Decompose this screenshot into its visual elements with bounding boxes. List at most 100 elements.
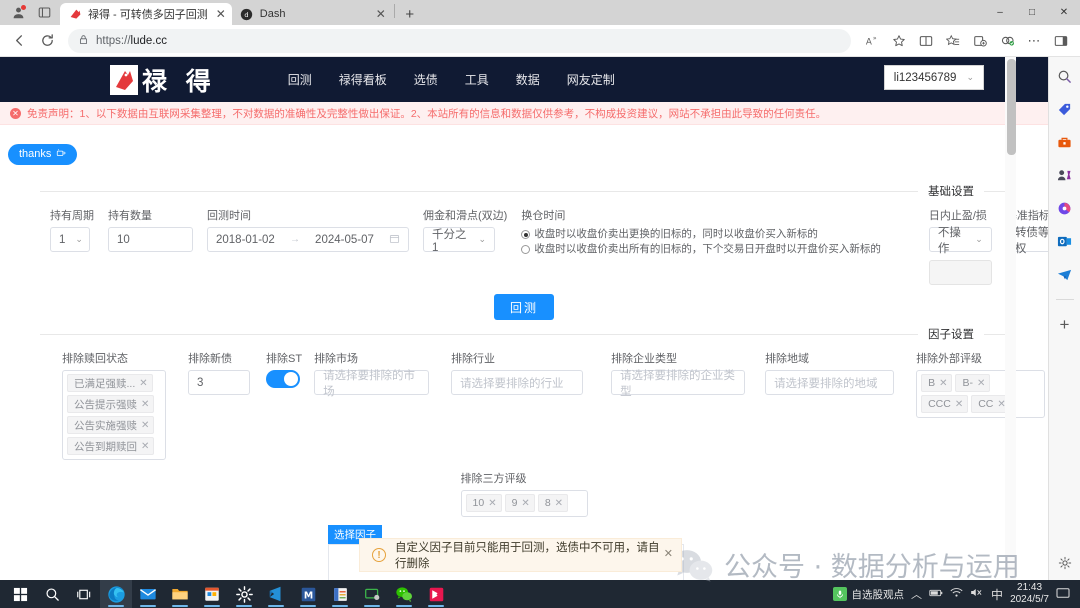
word-icon[interactable]: M bbox=[292, 580, 324, 608]
edge-icon[interactable] bbox=[100, 580, 132, 608]
exclude-company-type-select[interactable]: 请选择要排除的企业类型 bbox=[611, 370, 746, 398]
hold-count-input[interactable]: 10 bbox=[108, 227, 193, 252]
close-icon[interactable]: ✕ bbox=[374, 7, 388, 21]
wifi-icon[interactable] bbox=[950, 587, 963, 601]
remove-tag-icon[interactable]: ✕ bbox=[141, 420, 149, 431]
collections-icon[interactable] bbox=[967, 28, 993, 54]
favorites-bar-icon[interactable] bbox=[940, 28, 966, 54]
remove-tag-icon[interactable]: ✕ bbox=[139, 378, 147, 389]
tag-item[interactable]: 公告提示强赎 ✕ bbox=[67, 395, 155, 413]
telegram-icon[interactable] bbox=[1054, 263, 1076, 285]
tag-item[interactable]: CCC ✕ bbox=[921, 395, 969, 413]
reload-icon[interactable] bbox=[34, 28, 60, 54]
task-view-icon[interactable] bbox=[68, 580, 100, 608]
profile-icon[interactable] bbox=[6, 2, 30, 24]
thanks-button[interactable]: thanks bbox=[8, 143, 78, 165]
exclude-new-bond-input[interactable]: 3 bbox=[188, 370, 250, 395]
nav-item-dashboard[interactable]: 禄得看板 bbox=[339, 71, 387, 88]
rebalance-option-1[interactable]: 收盘时以收盘价卖出所有的旧标的，下个交易日开盘时以开盘价买入新标的 bbox=[521, 242, 881, 257]
read-aloud-icon[interactable]: A» bbox=[859, 28, 885, 54]
browser-essentials-icon[interactable] bbox=[994, 28, 1020, 54]
site-logo[interactable]: 禄 得 bbox=[110, 62, 216, 98]
outlook-icon[interactable] bbox=[1054, 230, 1076, 252]
remove-tag-icon[interactable]: ✕ bbox=[977, 378, 985, 389]
remove-tag-icon[interactable]: ✕ bbox=[521, 498, 529, 509]
exclude-st-toggle[interactable] bbox=[266, 370, 300, 388]
add-sidebar-app-icon[interactable]: + bbox=[1054, 314, 1076, 336]
notification-icon[interactable] bbox=[1056, 587, 1070, 602]
close-icon[interactable]: ✕ bbox=[664, 547, 673, 560]
volume-mute-icon[interactable] bbox=[970, 587, 984, 601]
tag-item[interactable]: 公告到期赎回 ✕ bbox=[67, 437, 155, 455]
chevron-up-icon[interactable]: ︿ bbox=[911, 586, 922, 602]
app-icon[interactable] bbox=[420, 580, 452, 608]
radio-icon[interactable] bbox=[521, 230, 531, 239]
tag-item[interactable]: 10 ✕ bbox=[465, 494, 502, 512]
backtest-submit-button[interactable]: 回测 bbox=[493, 294, 554, 320]
browser-tab-dash[interactable]: d Dash ✕ bbox=[231, 3, 392, 25]
page-scrollbar-thumb[interactable] bbox=[1007, 59, 1016, 155]
favorite-star-icon[interactable] bbox=[886, 28, 912, 54]
file-explorer-icon[interactable] bbox=[164, 580, 196, 608]
remove-tag-icon[interactable]: ✕ bbox=[955, 399, 963, 410]
address-bar[interactable]: https://lude.cc bbox=[68, 28, 851, 53]
calendar-icon[interactable] bbox=[389, 233, 400, 247]
search-icon[interactable] bbox=[1054, 65, 1076, 87]
sidebar-settings[interactable] bbox=[1049, 552, 1080, 574]
nav-item-select-bond[interactable]: 选债 bbox=[414, 71, 438, 88]
search-icon[interactable] bbox=[36, 580, 68, 608]
back-icon[interactable] bbox=[6, 28, 32, 54]
wechat-icon[interactable] bbox=[388, 580, 420, 608]
close-icon[interactable]: ✕ bbox=[214, 7, 228, 21]
remote-desktop-icon[interactable] bbox=[356, 580, 388, 608]
exclude-third-rating-tagbox[interactable]: 10 ✕ 9 ✕ 8 ✕ bbox=[460, 490, 588, 517]
tag-item[interactable]: 8 ✕ bbox=[537, 494, 569, 512]
exclude-market-select[interactable]: 请选择要排除的市场 bbox=[314, 370, 430, 398]
shopping-tag-icon[interactable] bbox=[1054, 98, 1076, 120]
nav-item-tools[interactable]: 工具 bbox=[465, 71, 489, 88]
mail-icon[interactable] bbox=[132, 580, 164, 608]
rebalance-option-0[interactable]: 收盘时以收盘价卖出更换的旧标的，同时以收盘价买入新标的 bbox=[521, 227, 881, 242]
user-menu[interactable]: li123456789 ⌄ bbox=[883, 65, 984, 90]
backtest-date-range[interactable]: 2018-01-02 → 2024-05-07 bbox=[207, 227, 409, 252]
maximize-button[interactable]: □ bbox=[1016, 0, 1048, 25]
tag-item[interactable]: 公告实施强赎 ✕ bbox=[67, 416, 155, 434]
remove-tag-icon[interactable]: ✕ bbox=[488, 498, 496, 509]
commission-select[interactable]: 千分之1 ⌄ bbox=[423, 227, 495, 254]
copilot-icon[interactable] bbox=[1054, 197, 1076, 219]
gear-icon[interactable] bbox=[1054, 552, 1076, 574]
minimize-button[interactable]: – bbox=[984, 0, 1016, 25]
tag-item[interactable]: B ✕ bbox=[921, 374, 953, 392]
nav-item-backtest[interactable]: 回测 bbox=[288, 71, 312, 88]
close-window-button[interactable]: ✕ bbox=[1048, 0, 1080, 25]
new-tab-button[interactable]: + bbox=[397, 3, 423, 25]
exclude-region-select[interactable]: 请选择要排除的地域 bbox=[765, 370, 895, 395]
tag-item[interactable]: B- ✕ bbox=[955, 374, 991, 392]
start-icon[interactable] bbox=[4, 580, 36, 608]
radio-icon[interactable] bbox=[521, 245, 531, 254]
tools-icon[interactable] bbox=[1054, 131, 1076, 153]
tray-app-item[interactable]: 自选股观点 bbox=[832, 587, 904, 602]
remove-tag-icon[interactable]: ✕ bbox=[141, 399, 149, 410]
tab-actions-icon[interactable] bbox=[32, 2, 56, 24]
remove-tag-icon[interactable]: ✕ bbox=[939, 378, 947, 389]
exclude-redemption-tagbox[interactable]: 已满足强赎... ✕ 公告提示强赎 ✕ 公告实施强赎 ✕ 公告到期赎回 ✕ bbox=[62, 370, 166, 460]
remove-tag-icon[interactable]: ✕ bbox=[141, 441, 149, 452]
battery-icon[interactable] bbox=[929, 588, 943, 601]
exclude-external-rating-tagbox[interactable]: B ✕ B- ✕ CCC ✕ CC ✕ bbox=[916, 370, 1046, 418]
exclude-industry-select[interactable]: 请选择要排除的行业 bbox=[451, 370, 584, 395]
tag-item[interactable]: 9 ✕ bbox=[504, 494, 535, 512]
taskbar-clock[interactable]: 21:43 2024/5/7 bbox=[1010, 582, 1049, 606]
pdf-icon[interactable] bbox=[324, 580, 356, 608]
remove-tag-icon[interactable]: ✕ bbox=[555, 498, 563, 509]
date-end[interactable]: 2024-05-07 bbox=[315, 234, 374, 246]
intraday-stop-select[interactable]: 不操作 ⌄ bbox=[928, 227, 992, 255]
browser-tab-lude[interactable]: 禄得 - 可转债多因子回测 ✕ bbox=[60, 3, 232, 25]
hold-period-select[interactable]: 1 ⌄ bbox=[50, 227, 90, 252]
settings-icon[interactable] bbox=[228, 580, 260, 608]
date-start[interactable]: 2018-01-02 bbox=[216, 234, 275, 246]
split-screen-icon[interactable] bbox=[913, 28, 939, 54]
nav-item-data[interactable]: 数据 bbox=[516, 71, 540, 88]
sidebar-toggle-icon[interactable] bbox=[1048, 28, 1074, 54]
settings-more-icon[interactable]: ⋯ bbox=[1021, 28, 1047, 54]
